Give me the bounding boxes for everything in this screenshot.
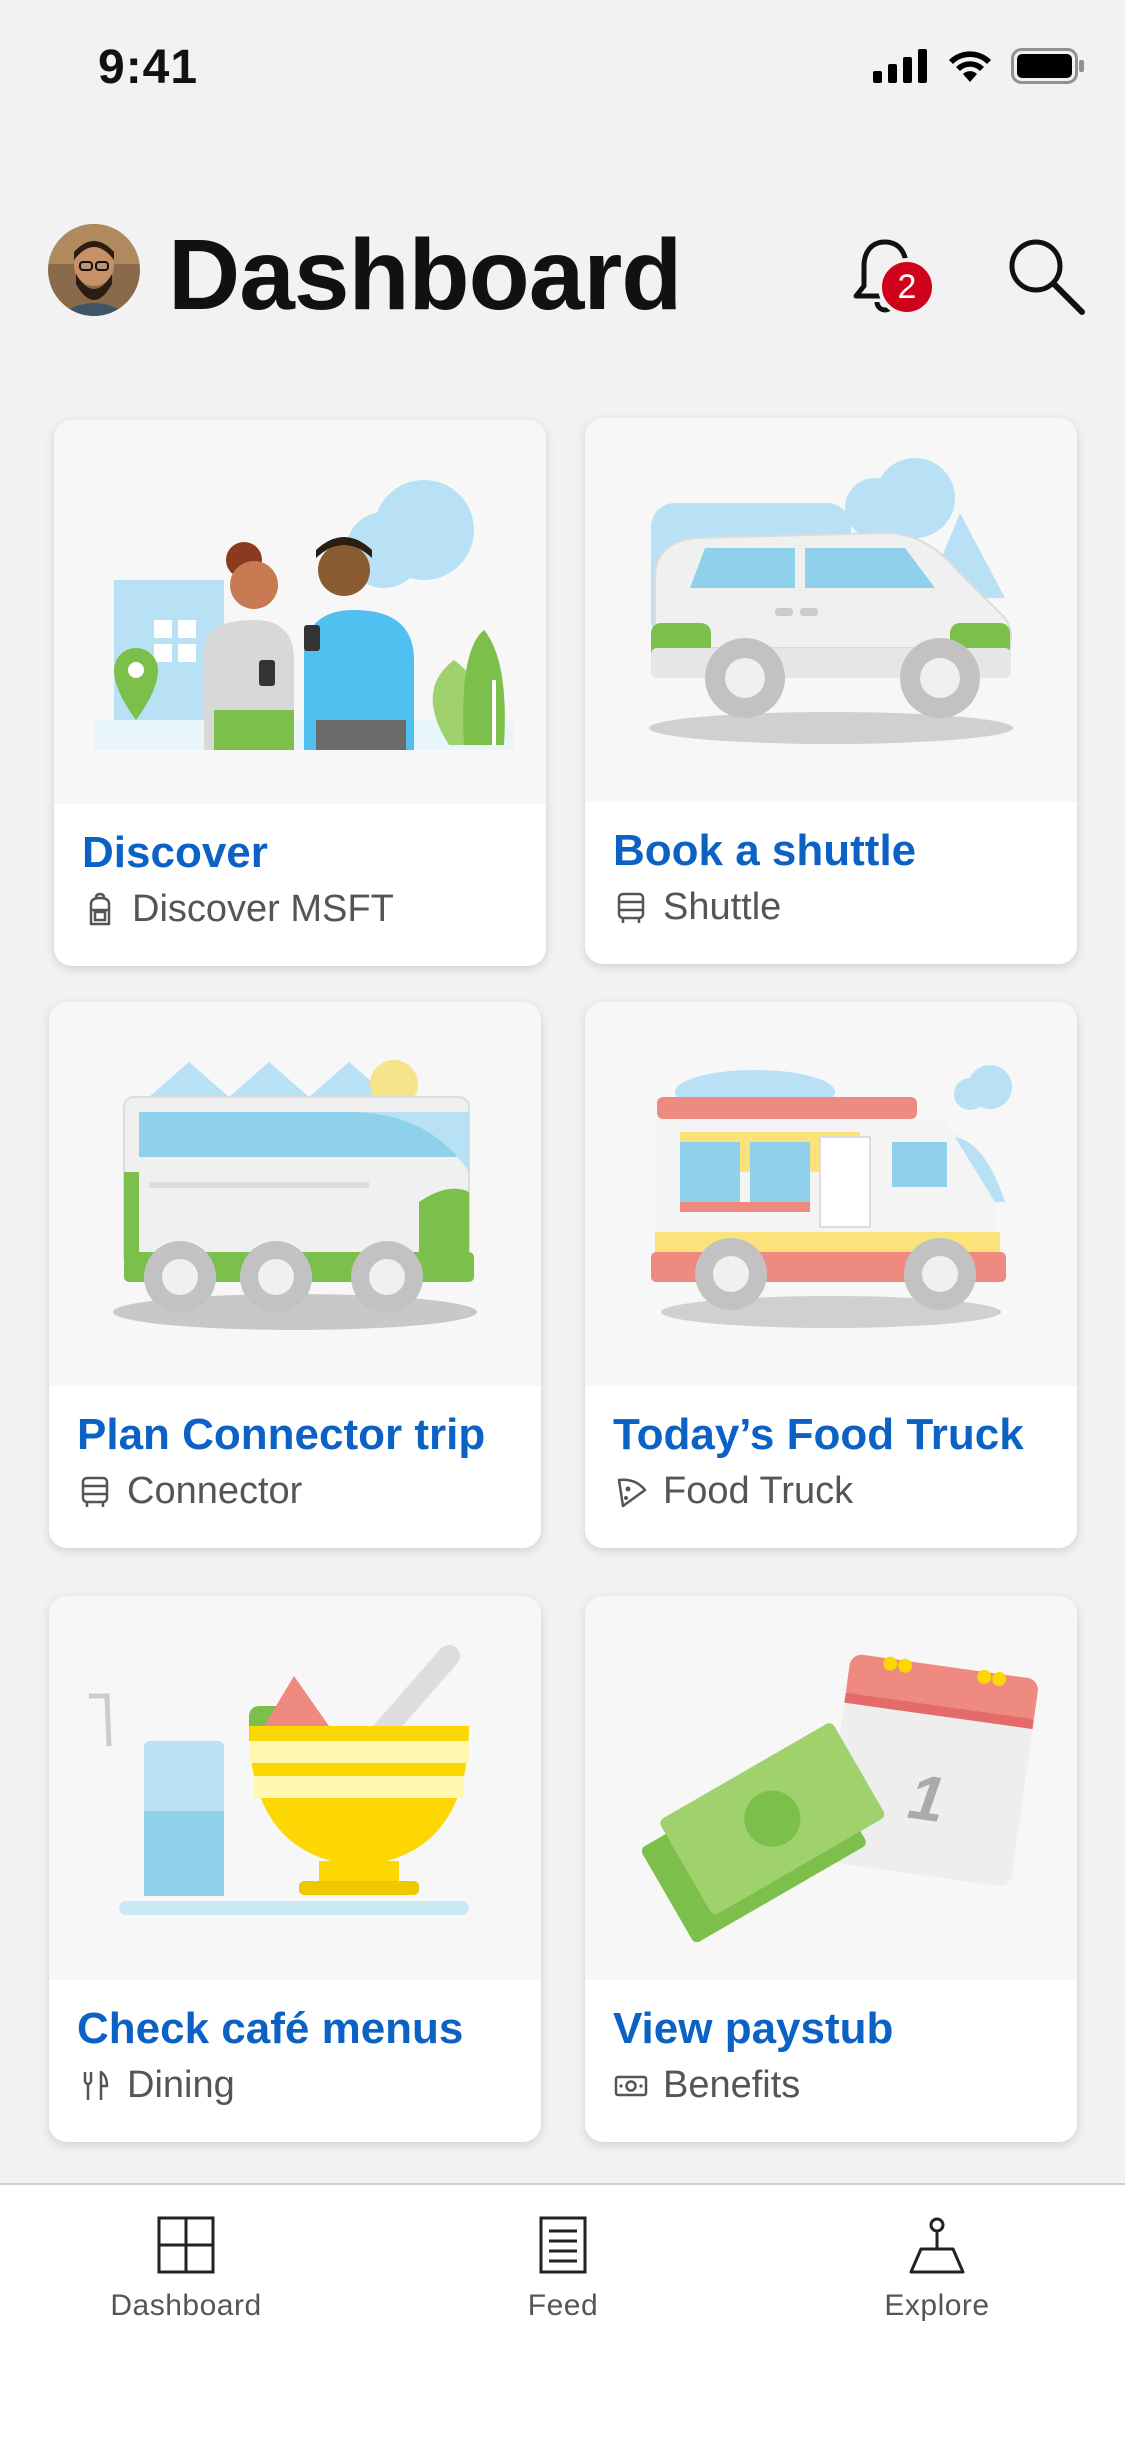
status-time: 9:41 [98, 41, 199, 94]
cellular-signal-icon [873, 49, 927, 83]
feed-list-icon [539, 2216, 587, 2274]
card-subtitle: Benefits [613, 2064, 800, 2107]
tab-feed[interactable]: Feed [443, 2215, 683, 2345]
pizza-slice-icon [617, 1477, 647, 1507]
map-pin-icon [909, 2217, 965, 2274]
card-title: Discover [82, 828, 268, 877]
tab-label: Dashboard [110, 2289, 262, 2322]
card-subtitle-label: Benefits [663, 2064, 801, 2106]
card-plan-connector[interactable]: Plan Connector trip Connector [49, 1002, 541, 1548]
tab-bar: Dashboard Feed Explore [0, 2183, 1125, 2438]
card-food-truck[interactable]: Today’s Food Truck Food Truck [585, 1002, 1077, 1548]
card-discover[interactable]: Discover Discover MSFT [54, 420, 546, 966]
food-truck-illustration [585, 1002, 1077, 1386]
shuttle-illustration [585, 418, 1077, 802]
card-subtitle-label: Dining [127, 2064, 235, 2106]
card-view-paystub[interactable]: 1 View paystub Benefits [585, 1596, 1077, 2142]
card-subtitle-label: Connector [127, 1470, 303, 1512]
card-subtitle: Discover MSFT [82, 888, 394, 931]
fork-knife-icon [83, 2070, 109, 2100]
wifi-icon [949, 51, 991, 82]
card-subtitle: Dining [77, 2064, 235, 2107]
status-icons [873, 48, 1085, 84]
backpack-icon [89, 892, 111, 925]
connector-bus-illustration [49, 1002, 541, 1386]
tab-label: Explore [884, 2289, 990, 2322]
card-title: View paystub [613, 2004, 894, 2053]
discover-illustration [54, 420, 546, 804]
page-title: Dashboard [168, 219, 682, 331]
card-title: Book a shuttle [613, 826, 917, 875]
card-title: Check café menus [77, 2004, 464, 2053]
card-subtitle-label: Shuttle [663, 886, 782, 928]
tab-label: Feed [527, 2289, 599, 2322]
cafe-illustration [49, 1596, 541, 1980]
dashboard-grid-icon [157, 2216, 215, 2274]
header: Dashboard 2 [0, 200, 1125, 350]
card-subtitle: Shuttle [613, 886, 781, 929]
search-icon[interactable] [1000, 230, 1090, 320]
card-subtitle: Connector [77, 1470, 302, 1513]
card-title: Plan Connector trip [77, 1410, 486, 1459]
notification-badge: 2 [878, 258, 936, 316]
card-subtitle-label: Food Truck [663, 1470, 854, 1512]
bus-icon [81, 1476, 109, 1507]
card-subtitle: Food Truck [613, 1470, 853, 1513]
card-cafe-menus[interactable]: Check café menus Dining [49, 1596, 541, 2142]
card-title: Today’s Food Truck [613, 1410, 1024, 1459]
card-book-shuttle[interactable]: Book a shuttle Shuttle [585, 418, 1077, 964]
battery-icon [1011, 48, 1084, 84]
card-subtitle-label: Discover MSFT [132, 888, 394, 930]
status-bar: 9:41 [0, 0, 1125, 140]
tab-dashboard[interactable]: Dashboard [66, 2215, 306, 2345]
bus-icon [617, 892, 645, 923]
money-icon [614, 2075, 648, 2096]
paystub-illustration: 1 [585, 1596, 1077, 1980]
avatar[interactable] [48, 224, 140, 316]
tab-explore[interactable]: Explore [817, 2215, 1057, 2345]
